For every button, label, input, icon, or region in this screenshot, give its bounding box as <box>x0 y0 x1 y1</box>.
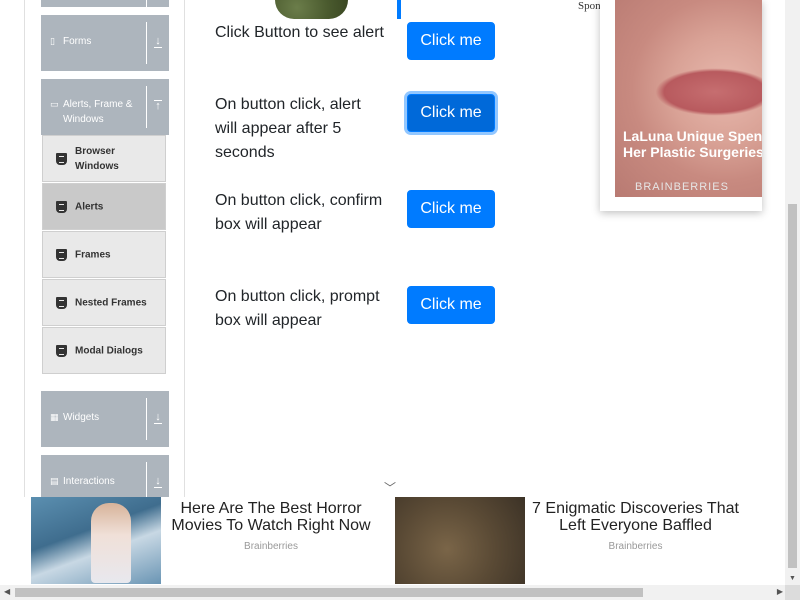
html5-icon <box>56 296 67 309</box>
ad-image <box>615 0 762 197</box>
sidebar-group-alerts-frame-windows[interactable]: ▭ Alerts, Frame & Windows ↑ <box>41 79 169 135</box>
bottom-ad-title[interactable]: 7 Enigmatic Discoveries That Left Everyo… <box>528 500 743 534</box>
sponsored-ad-card[interactable]: LaLuna Unique Spends L Her Plastic Surge… <box>600 0 762 211</box>
interactions-icon: ▤ <box>50 476 59 486</box>
left-sidebar: ▯ Forms ↓ ▭ Alerts, Frame & Windows ↑ Br… <box>24 0 185 530</box>
group-divider <box>146 398 147 440</box>
sidebar-item-modal-dialogs[interactable]: Modal Dialogs <box>42 327 166 374</box>
sidebar-item-label: Nested Frames <box>75 297 147 308</box>
bottom-ad-title-line: 7 Enigmatic Discoveries That <box>532 500 739 517</box>
timer-alert-description: On button click, alert will appear after… <box>215 96 361 161</box>
html5-icon <box>56 344 67 357</box>
form-icon: ▯ <box>50 36 55 46</box>
sidebar-item-nested-frames[interactable]: Nested Frames <box>42 279 166 326</box>
scroll-left-icon[interactable]: ◀ <box>4 587 10 596</box>
timer-alert-button[interactable]: Click me <box>407 94 495 132</box>
banner-image <box>275 0 348 19</box>
confirm-description: On button click, confirm box will appear <box>215 192 383 233</box>
sidebar-item-label: Browser Windows <box>75 145 119 172</box>
sidebar-group-widgets[interactable]: ▦ Widgets ↓ <box>41 391 169 447</box>
window-icon: ▭ <box>50 99 59 109</box>
ad-image-detail <box>655 68 762 116</box>
sponsored-label: Spon <box>578 0 601 12</box>
sidebar-item-alerts[interactable]: Alerts <box>42 183 166 230</box>
group-divider <box>146 86 147 128</box>
bottom-ad-title[interactable]: Here Are The Best Horror Movies To Watch… <box>165 500 377 534</box>
collapse-icon[interactable]: ↑ <box>153 100 163 112</box>
ad-thumbnail[interactable] <box>31 497 161 584</box>
ad-brand: BRAINBERRIES <box>635 181 729 193</box>
scrollbar-thumb[interactable] <box>15 588 643 597</box>
bottom-ad-brand: Brainberries <box>244 541 298 552</box>
widgets-icon: ▦ <box>50 412 59 422</box>
horizontal-scrollbar[interactable]: ◀ ▶ <box>0 585 800 600</box>
confirm-button[interactable]: Click me <box>407 190 495 228</box>
sidebar-item-label: Alerts <box>75 201 104 212</box>
html5-icon <box>56 248 67 261</box>
html5-icon <box>56 152 67 165</box>
sidebar-group-label: Alerts, Frame & Windows <box>63 99 133 125</box>
bottom-ad-brand: Brainberries <box>608 541 663 552</box>
bottom-ad-title-line: Left Everyone Baffled <box>559 517 712 534</box>
alert-button[interactable]: Click me <box>407 22 495 60</box>
prompt-description: On button click, prompt box will appear <box>215 288 380 329</box>
sidebar-group-elements[interactable] <box>41 0 169 7</box>
vertical-scrollbar[interactable]: ▼ <box>785 0 800 585</box>
ad-thumbnail[interactable] <box>395 497 525 584</box>
sidebar-group-label: Interactions <box>63 476 115 487</box>
sidebar-item-label: Modal Dialogs <box>75 345 143 356</box>
ad-thumbnail-figure <box>91 503 131 583</box>
page: ▯ Forms ↓ ▭ Alerts, Frame & Windows ↑ Br… <box>0 0 800 600</box>
sidebar-item-browser-windows[interactable]: Browser Windows <box>42 135 166 182</box>
ad-title-line: Her Plastic Surgeries <box>623 144 762 160</box>
scrollbar-corner <box>785 585 800 600</box>
accent-bar <box>397 0 401 19</box>
expand-icon[interactable]: ↓ <box>153 412 163 424</box>
bottom-ad-title-line: Movies To Watch Right Now <box>171 517 371 534</box>
ad-title[interactable]: LaLuna Unique Spends L Her Plastic Surge… <box>623 128 762 160</box>
bottom-ad-title-line: Here Are The Best Horror <box>180 500 362 517</box>
scroll-down-icon[interactable]: ▼ <box>789 575 796 582</box>
sidebar-item-label: Frames <box>75 249 111 260</box>
html5-icon <box>56 200 67 213</box>
expand-icon[interactable]: ↓ <box>153 36 163 48</box>
chevron-down-icon[interactable]: ﹀ <box>384 479 396 496</box>
group-divider <box>146 22 147 64</box>
expand-icon[interactable]: ↓ <box>153 476 163 488</box>
sidebar-group-forms[interactable]: ▯ Forms ↓ <box>41 15 169 71</box>
scroll-right-icon[interactable]: ▶ <box>777 587 783 596</box>
prompt-button[interactable]: Click me <box>407 286 495 324</box>
ad-title-line: LaLuna Unique Spends L <box>623 128 762 144</box>
sidebar-group-label: Forms <box>63 36 92 47</box>
alert-description: Click Button to see alert <box>215 24 384 41</box>
scrollbar-thumb[interactable] <box>788 204 797 568</box>
group-divider <box>146 0 147 7</box>
sidebar-group-label: Widgets <box>63 412 100 423</box>
sidebar-item-frames[interactable]: Frames <box>42 231 166 278</box>
